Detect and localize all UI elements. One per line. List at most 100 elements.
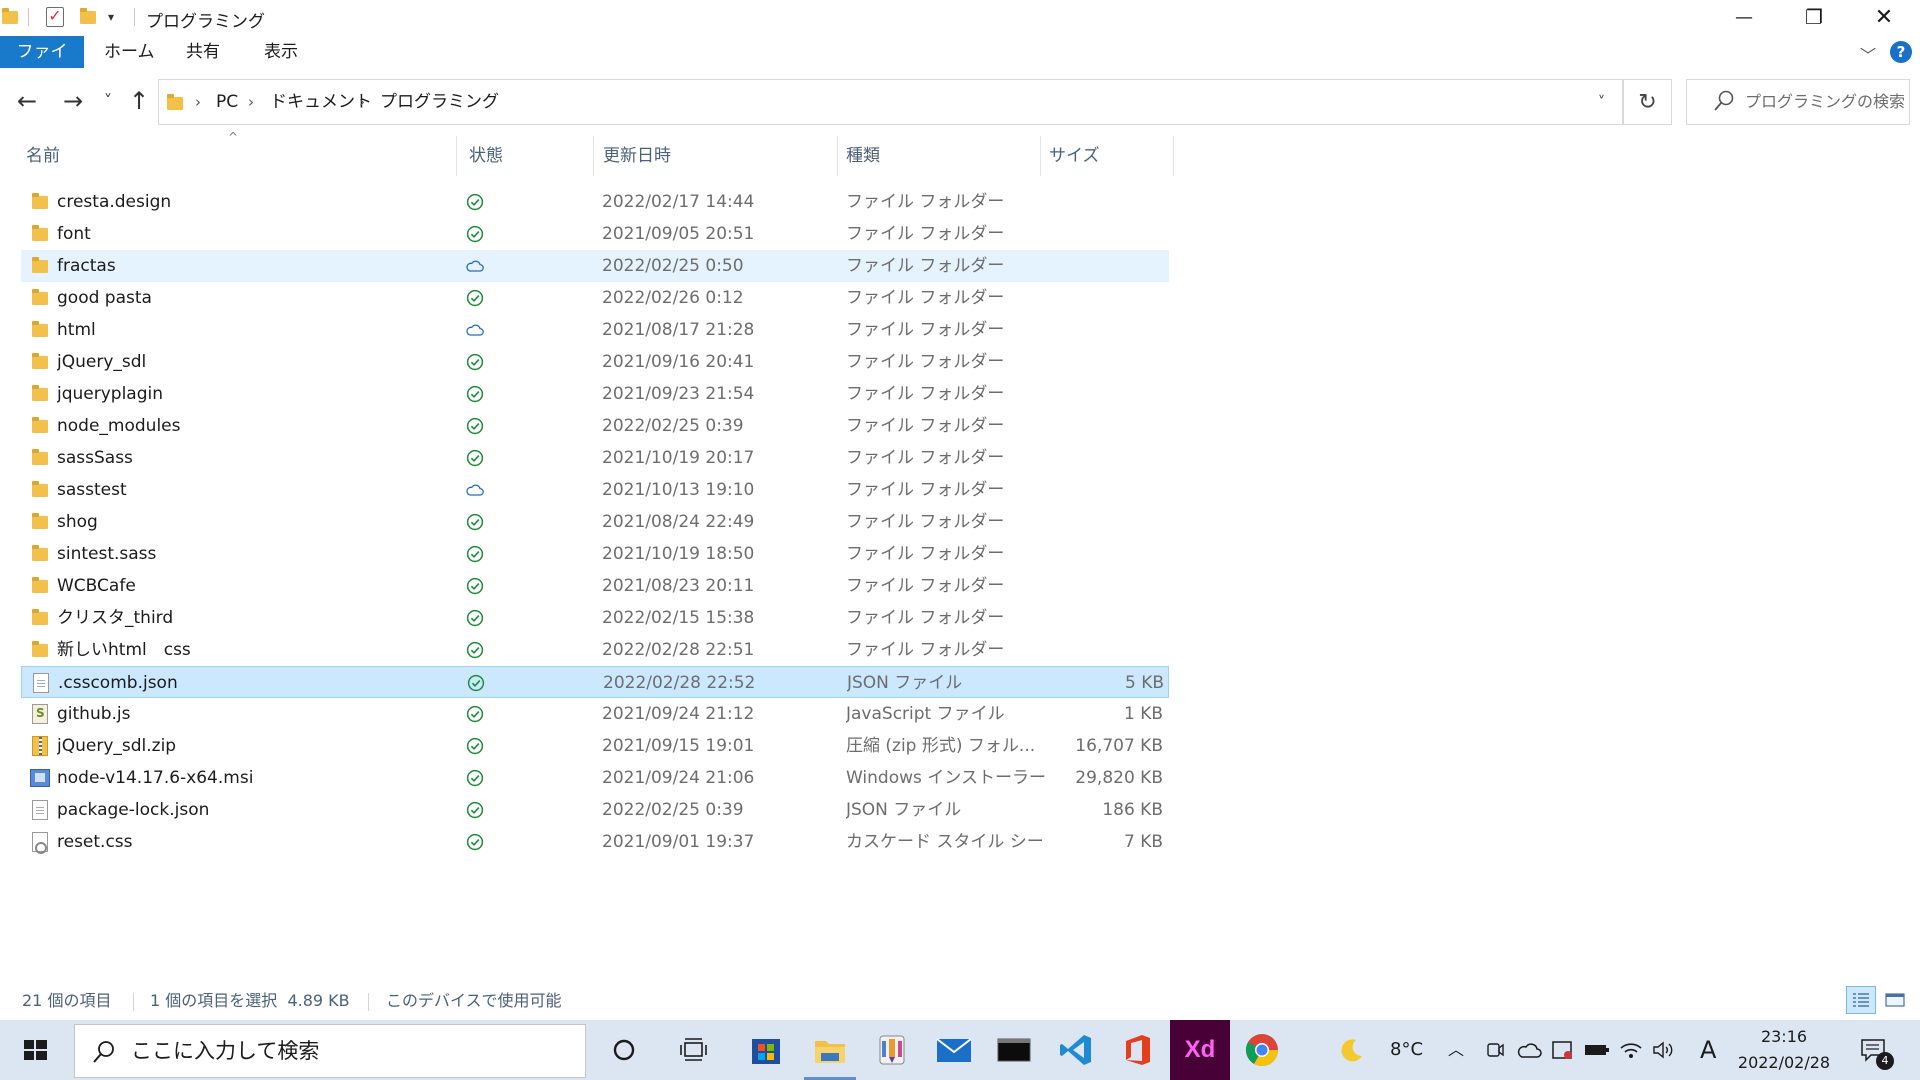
- column-header-name[interactable]: 名前: [20, 138, 456, 174]
- column-divider[interactable]: [456, 136, 457, 176]
- file-name[interactable]: node_modules: [57, 410, 457, 442]
- file-name[interactable]: 新しいhtml css: [57, 634, 457, 666]
- file-row[interactable]: クリスタ_third 2022/02/15 15:38 ファイル フォルダー: [21, 602, 1169, 634]
- file-name[interactable]: jQuery_sdl: [57, 346, 457, 378]
- address-dropdown-button[interactable]: ˅: [1581, 80, 1623, 124]
- large-icons-view-button[interactable]: [1880, 986, 1910, 1014]
- file-row[interactable]: jQuery_sdl.zip 2021/09/15 19:01 圧縮 (zip 形式…: [21, 730, 1169, 762]
- details-view-button[interactable]: [1846, 986, 1876, 1014]
- chrome-icon[interactable]: [1232, 1020, 1292, 1080]
- clock[interactable]: 23:16 2022/02/28: [1728, 1024, 1840, 1076]
- file-row[interactable]: jqueryplagin 2021/09/23 21:54 ファイル フォルダー: [21, 378, 1169, 410]
- minimize-button[interactable]: —: [1710, 0, 1778, 34]
- terminal-icon[interactable]: [984, 1020, 1044, 1080]
- file-name[interactable]: jqueryplagin: [57, 378, 457, 410]
- forward-button[interactable]: →: [58, 86, 88, 116]
- file-row[interactable]: cresta.design 2022/02/17 14:44 ファイル フォルダー: [21, 186, 1169, 218]
- file-row[interactable]: .csscomb.json 2022/02/28 22:52 JSON ファイル 5 …: [21, 666, 1169, 698]
- file-row[interactable]: shog 2021/08/24 22:49 ファイル フォルダー: [21, 506, 1169, 538]
- cortana-icon[interactable]: [594, 1020, 654, 1080]
- quick-access-dropdown-icon[interactable]: ▾: [108, 6, 114, 28]
- column-header-type[interactable]: 種類: [840, 138, 1040, 174]
- file-row[interactable]: jQuery_sdl 2021/09/16 20:41 ファイル フォルダー: [21, 346, 1169, 378]
- column-header-modified[interactable]: 更新日時: [597, 138, 837, 174]
- file-name[interactable]: クリスタ_third: [57, 602, 457, 634]
- file-name[interactable]: font: [57, 218, 457, 250]
- tab-file[interactable]: ファイル: [0, 36, 84, 94]
- file-name[interactable]: WCBCafe: [57, 570, 457, 602]
- office-icon[interactable]: [1108, 1020, 1168, 1080]
- microsoft-store-icon[interactable]: [736, 1020, 796, 1080]
- file-row[interactable]: WCBCafe 2021/08/23 20:11 ファイル フォルダー: [21, 570, 1169, 602]
- file-row[interactable]: node_modules 2022/02/25 0:39 ファイル フォルダー: [21, 410, 1169, 442]
- ribbon-collapse-icon[interactable]: ﹀: [1860, 42, 1876, 66]
- back-button[interactable]: ←: [12, 86, 42, 116]
- adobe-xd-icon[interactable]: Xd: [1170, 1020, 1230, 1080]
- onedrive-icon[interactable]: [1512, 1020, 1546, 1080]
- battery-icon[interactable]: [1580, 1020, 1614, 1080]
- tray-overflow-icon[interactable]: ︿: [1448, 1020, 1464, 1080]
- file-name[interactable]: github.js: [57, 698, 457, 730]
- task-view-icon[interactable]: [664, 1020, 724, 1080]
- file-name[interactable]: .csscomb.json: [58, 667, 458, 699]
- wifi-icon[interactable]: [1614, 1020, 1648, 1080]
- column-header-size[interactable]: サイズ: [1043, 138, 1173, 174]
- file-row[interactable]: package-lock.json 2022/02/25 0:39 JSON ファイ…: [21, 794, 1169, 826]
- column-divider[interactable]: [1173, 136, 1174, 176]
- weather-moon-icon[interactable]: [1330, 1020, 1374, 1080]
- file-row[interactable]: node-v14.17.6-x64.msi 2021/09/24 21:06 Win…: [21, 762, 1169, 794]
- file-name[interactable]: shog: [57, 506, 457, 538]
- file-name[interactable]: package-lock.json: [57, 794, 457, 826]
- file-name[interactable]: cresta.design: [57, 186, 457, 218]
- file-row[interactable]: good pasta 2022/02/26 0:12 ファイル フォルダー: [21, 282, 1169, 314]
- volume-icon[interactable]: [1646, 1020, 1680, 1080]
- file-name[interactable]: sasstest: [57, 474, 457, 506]
- file-row[interactable]: 新しいhtml css 2022/02/28 22:51 ファイル フォルダー: [21, 634, 1169, 666]
- input-method-indicator[interactable]: A: [1700, 1020, 1716, 1080]
- file-name[interactable]: sintest.sass: [57, 538, 457, 570]
- breadcrumb-pc[interactable]: PC: [216, 80, 238, 124]
- address-chevron[interactable]: ›: [248, 80, 254, 124]
- file-name[interactable]: good pasta: [57, 282, 457, 314]
- up-button[interactable]: ↑: [124, 86, 154, 116]
- address-chevron[interactable]: ›: [195, 80, 201, 124]
- taskbar-search-box[interactable]: ここに入力して検索: [74, 1024, 586, 1078]
- address-bar[interactable]: › PC › ドキュメント › プログラミング ˅: [158, 79, 1624, 125]
- screen-capture-icon[interactable]: [1546, 1020, 1580, 1080]
- notifications-icon[interactable]: 4: [1852, 1020, 1896, 1080]
- file-row[interactable]: font 2021/09/05 20:51 ファイル フォルダー: [21, 218, 1169, 250]
- tab-share[interactable]: 共有: [168, 36, 238, 68]
- file-row[interactable]: sassSass 2021/10/19 20:17 ファイル フォルダー: [21, 442, 1169, 474]
- column-divider[interactable]: [593, 136, 594, 176]
- refresh-button[interactable]: ↻: [1624, 79, 1672, 125]
- new-folder-icon[interactable]: [80, 6, 96, 28]
- mail-icon[interactable]: [924, 1020, 984, 1080]
- paint-icon[interactable]: [862, 1020, 922, 1080]
- breadcrumb-documents[interactable]: ドキュメント: [270, 80, 372, 124]
- file-row[interactable]: sintest.sass 2021/10/19 18:50 ファイル フォルダー: [21, 538, 1169, 570]
- start-button[interactable]: [0, 1020, 72, 1080]
- meet-now-icon[interactable]: [1478, 1020, 1512, 1080]
- close-button[interactable]: ✕: [1850, 0, 1918, 34]
- file-row[interactable]: sasstest 2021/10/13 19:10 ファイル フォルダー: [21, 474, 1169, 506]
- file-explorer-icon[interactable]: [800, 1020, 860, 1080]
- file-name[interactable]: fractas: [57, 250, 457, 282]
- file-name[interactable]: html: [57, 314, 457, 346]
- breadcrumb-programming[interactable]: プログラミング: [380, 80, 499, 124]
- recent-locations-button[interactable]: ˅: [94, 86, 122, 116]
- help-icon[interactable]: ?: [1890, 41, 1912, 63]
- file-name[interactable]: sassSass: [57, 442, 457, 474]
- file-row[interactable]: github.js 2021/09/24 21:12 JavaScript ファイル…: [21, 698, 1169, 730]
- column-header-status[interactable]: 状態: [463, 138, 593, 174]
- column-divider[interactable]: [1040, 136, 1041, 176]
- column-divider[interactable]: [837, 136, 838, 176]
- file-row[interactable]: reset.css 2021/09/01 19:37 カスケード スタイル シート.…: [21, 826, 1169, 858]
- vscode-icon[interactable]: [1046, 1020, 1106, 1080]
- search-box[interactable]: プログラミングの検索: [1686, 79, 1910, 125]
- address-chevron[interactable]: ›: [359, 80, 365, 124]
- maximize-button[interactable]: ❐: [1780, 0, 1848, 34]
- file-row[interactable]: html 2021/08/17 21:28 ファイル フォルダー: [21, 314, 1169, 346]
- file-name[interactable]: node-v14.17.6-x64.msi: [57, 762, 457, 794]
- tab-home[interactable]: ホーム: [86, 36, 173, 68]
- file-name[interactable]: jQuery_sdl.zip: [57, 730, 457, 762]
